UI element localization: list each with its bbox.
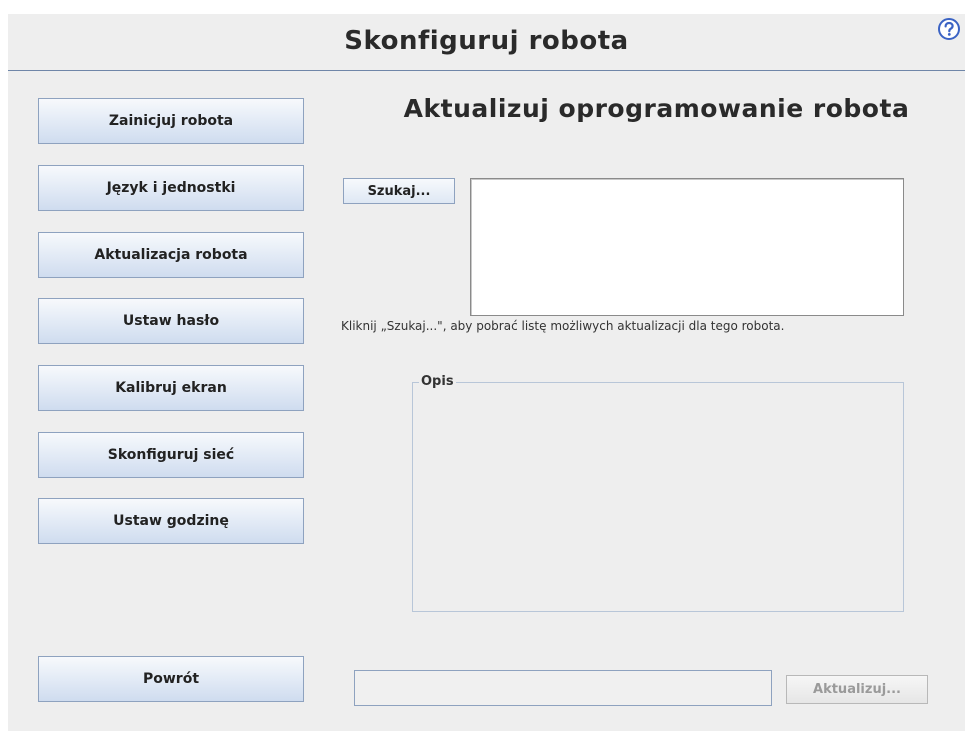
sidebar-item-language-units[interactable]: Język i jednostki [38, 165, 304, 211]
sidebar-item-label: Zainicjuj robota [108, 113, 234, 129]
description-panel: Opis [412, 374, 904, 612]
sidebar-item-label: Ustaw godzinę [113, 513, 229, 529]
sidebar-item-label: Skonfiguruj sieć [107, 447, 235, 463]
sidebar-item-label: Język i jednostki [106, 180, 236, 196]
sidebar-item-set-password[interactable]: Ustaw hasło [38, 298, 304, 344]
back-button[interactable]: Powrót [38, 656, 304, 702]
header-bar: Skonfiguruj robota [8, 14, 965, 71]
back-button-label: Powrót [142, 671, 200, 687]
sidebar-item-calibrate-screen[interactable]: Kalibruj ekran [38, 365, 304, 411]
app-window: Skonfiguruj robota Zainicjuj robota Języ… [8, 14, 965, 731]
update-button-label: Aktualizuj... [813, 682, 901, 697]
section-title: Aktualizuj oprogramowanie robota [403, 94, 910, 123]
search-button[interactable]: Szukaj... [343, 178, 455, 204]
sidebar-item-initialize-robot[interactable]: Zainicjuj robota [38, 98, 304, 144]
description-label: Opis [419, 374, 456, 389]
search-hint: Kliknij „Szukaj...", aby pobrać listę mo… [341, 319, 785, 333]
sidebar-item-robot-update[interactable]: Aktualizacja robota [38, 232, 304, 278]
page-title: Skonfiguruj robota [344, 26, 629, 56]
sidebar-item-label: Ustaw hasło [122, 313, 220, 329]
sidebar-item-label: Aktualizacja robota [94, 247, 248, 263]
update-button[interactable]: Aktualizuj... [786, 675, 928, 704]
update-list[interactable] [470, 178, 904, 316]
update-progress-field [354, 670, 772, 706]
sidebar-item-label: Kalibruj ekran [115, 380, 227, 396]
question-mark-icon[interactable] [938, 18, 960, 40]
sidebar-item-configure-network[interactable]: Skonfiguruj sieć [38, 432, 304, 478]
sidebar-item-set-time[interactable]: Ustaw godzinę [38, 498, 304, 544]
search-button-label: Szukaj... [367, 183, 431, 199]
